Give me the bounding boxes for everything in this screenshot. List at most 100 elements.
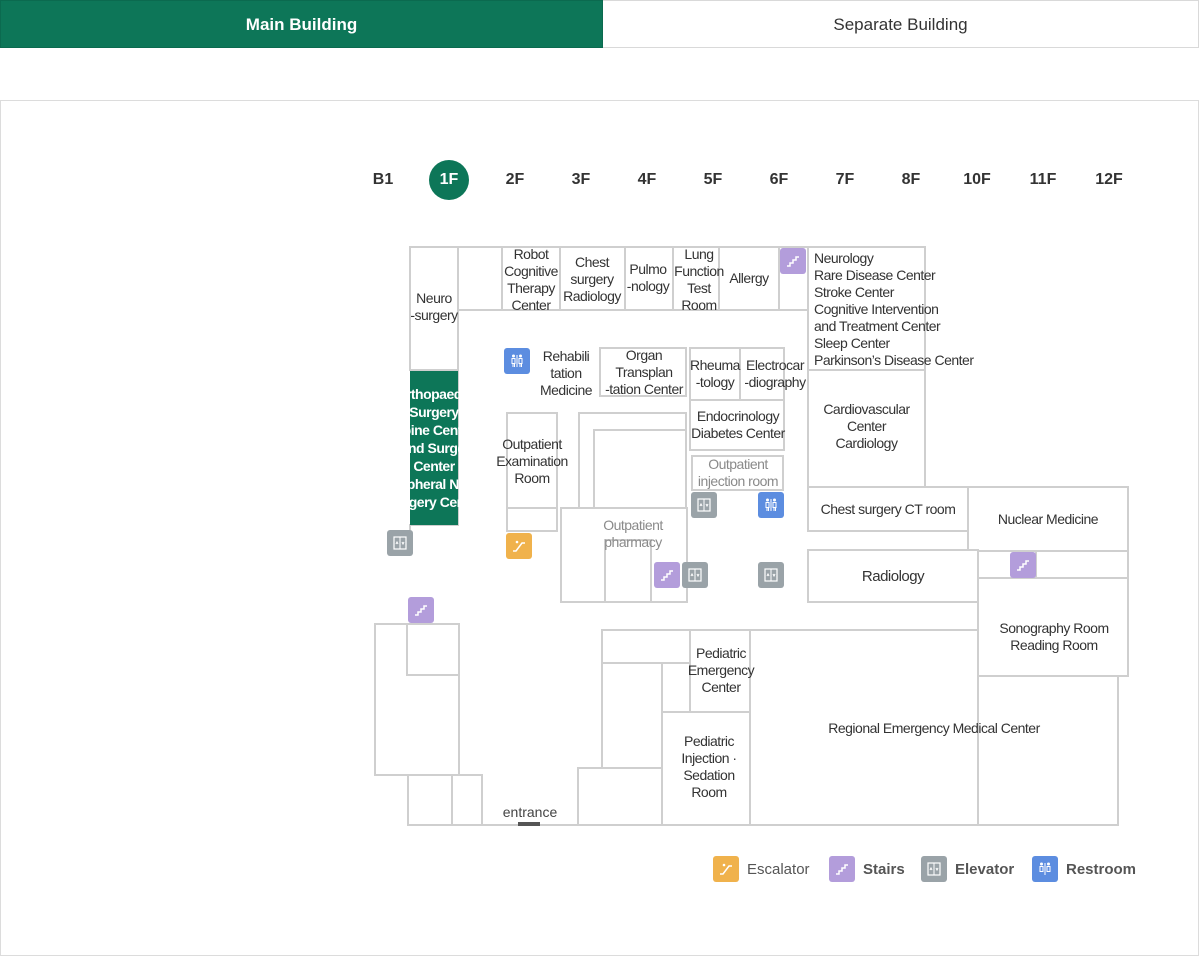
legend-label: Stairs	[863, 860, 905, 878]
room-outpatient-pharmacy[interactable]: Outpatient pharmacy	[592, 516, 674, 552]
room-radiology[interactable]: Radiology	[808, 566, 978, 586]
room-label-line: Outpatient	[502, 435, 562, 452]
escalator-icon[interactable]	[506, 533, 532, 559]
elevator-icon[interactable]	[691, 492, 717, 518]
room-rheumatology[interactable]: Rheuma -tology	[688, 356, 742, 392]
room-label-line: Injection ·	[681, 750, 737, 766]
room-label-line: Neurology	[814, 249, 874, 266]
room-label-line: injection room	[697, 473, 779, 489]
room-pediatric-emergency[interactable]: Pediatric Emergency Center	[684, 643, 758, 697]
room-label-line: Examination	[496, 452, 568, 469]
floor-button-2f[interactable]: 2F	[495, 160, 535, 200]
floor-button-6f[interactable]: 6F	[759, 160, 799, 200]
room-label-line: Lung	[684, 246, 714, 262]
entrance-marker	[518, 822, 540, 826]
floor-button-7f[interactable]: 7F	[825, 160, 865, 200]
stairs-icon[interactable]	[780, 248, 806, 274]
room-label-line: Center	[511, 297, 551, 313]
room-label-line: Peripheral Nerve	[382, 476, 486, 492]
restroom-icon[interactable]	[758, 492, 784, 518]
room-regional-emergency-medical-center[interactable]: Regional Emergency Medical Center	[750, 718, 1118, 738]
room-organ-transplantation[interactable]: Organ Transplan -tation Center	[600, 346, 688, 398]
floor-selector: B1 1F 2F 3F 4F 5F 6F 7F 8F 10F 11F 12F	[0, 160, 1200, 200]
tab-main-building[interactable]: Main Building	[0, 0, 603, 48]
room-label-line: Regional Emergency Medical Center	[828, 719, 1040, 736]
floor-button-10f[interactable]: 10F	[957, 160, 997, 200]
room-label-line: Neuro	[416, 290, 452, 306]
room-label-line: Cardiology	[835, 434, 898, 451]
elevator-icon[interactable]	[387, 530, 413, 556]
elevator-icon[interactable]	[682, 562, 708, 588]
floor-button-11f[interactable]: 11F	[1023, 160, 1063, 200]
stairs-icon[interactable]	[1010, 552, 1036, 578]
restroom-icon	[1032, 856, 1058, 882]
room-label-line: Rehabili	[542, 347, 590, 364]
room-electrocardiography[interactable]: Electrocar -diography	[740, 356, 810, 392]
room-label-line: Sedation	[683, 767, 735, 783]
room-label-line: Sleep Center	[814, 334, 890, 351]
room-pediatric-injection-sedation[interactable]: Pediatric Injection · Sedation Room	[666, 732, 752, 802]
room-label-line: Function	[674, 263, 724, 279]
room-label-line: Surgery Center	[386, 494, 482, 510]
room-neurology-centers[interactable]: Neurology Rare Disease Center Stroke Cen…	[814, 250, 984, 368]
floor-button-12f[interactable]: 12F	[1089, 160, 1129, 200]
room-label-line: pharmacy	[604, 534, 662, 550]
room-label-line: Parkinson’s Disease Center	[814, 351, 974, 368]
room-sonography-reading[interactable]: Sonography Room Reading Room	[980, 618, 1128, 656]
legend-escalator: Escalator	[713, 856, 810, 882]
legend-label: Escalator	[747, 860, 810, 878]
room-label-line: Transplan	[615, 363, 673, 380]
room-label-line: Radiology	[861, 567, 925, 585]
floor-button-8f[interactable]: 8F	[891, 160, 931, 200]
floor-button-b1[interactable]: B1	[363, 160, 403, 200]
room-endocrinology-diabetes[interactable]: Endocrinology Diabetes Center	[688, 406, 788, 444]
room-label-line: Surgery	[409, 404, 459, 420]
room-rehabilitation-medicine[interactable]: Rehabili tation Medicine	[534, 347, 598, 399]
room-label-line: -tation Center	[605, 380, 683, 397]
room-outpatient-examination[interactable]: Outpatient Examination Room	[490, 434, 574, 488]
room-chest-surgery-ct[interactable]: Chest surgery CT room	[808, 499, 968, 519]
room-label-line: Room	[514, 469, 550, 486]
room-label-line: Cognitive	[504, 263, 558, 279]
room-label-line: Room	[681, 297, 717, 313]
elevator-icon	[921, 856, 947, 882]
elevator-icon[interactable]	[758, 562, 784, 588]
escalator-icon	[713, 856, 739, 882]
room-label-line: Radiology	[563, 287, 621, 304]
room-label-line: -surgery	[410, 307, 458, 323]
stairs-icon[interactable]	[654, 562, 680, 588]
room-label-line: Outpatient	[603, 517, 663, 533]
room-label-line: Hand Surgery	[391, 440, 477, 456]
room-allergy[interactable]: Allergy	[719, 268, 779, 288]
room-label-line: Organ	[625, 346, 663, 363]
stairs-icon[interactable]	[408, 597, 434, 623]
room-robot-cognitive-therapy[interactable]: Robot Cognitive Therapy Center	[498, 246, 564, 313]
room-label-line: Room	[691, 784, 727, 800]
room-label-line: Pediatric	[696, 644, 746, 661]
room-label-line: Orthopaedic	[395, 386, 473, 402]
floor-button-5f[interactable]: 5F	[693, 160, 733, 200]
floor-button-1f[interactable]: 1F	[429, 160, 469, 200]
room-label-line: Allergy	[729, 269, 769, 286]
room-label-line: Spine Center	[393, 422, 475, 438]
floor-button-3f[interactable]: 3F	[561, 160, 601, 200]
legend-stairs: Stairs	[829, 856, 905, 882]
room-label-line: Pulmo	[629, 261, 667, 277]
room-outpatient-injection[interactable]: Outpatient injection room	[690, 455, 786, 491]
room-label-line: Medicine	[539, 381, 593, 398]
room-label-line: Nuclear Medicine	[997, 510, 1099, 527]
room-label-line: Center	[701, 678, 741, 695]
room-chest-surgery-radiology[interactable]: Chest surgery Radiology	[558, 253, 626, 305]
room-label-line: Pediatric	[684, 733, 734, 749]
room-nuclear-medicine[interactable]: Nuclear Medicine	[968, 509, 1128, 529]
restroom-icon[interactable]	[504, 348, 530, 374]
legend-elevator: Elevator	[921, 856, 1014, 882]
room-label-line: Endocrinology	[696, 408, 780, 424]
floor-button-4f[interactable]: 4F	[627, 160, 667, 200]
room-cardiovascular-center[interactable]: Cardiovascular Center Cardiology	[808, 398, 925, 454]
room-label-line: tation	[550, 364, 582, 381]
room-label-line: Reading Room	[1010, 637, 1098, 653]
room-orthopaedic-surgery[interactable]: Orthopaedic Surgery Spine Center Hand Su…	[382, 371, 486, 525]
tab-separate-building[interactable]: Separate Building	[603, 0, 1199, 48]
room-neurosurgery[interactable]: Neuro -surgery	[404, 287, 464, 327]
